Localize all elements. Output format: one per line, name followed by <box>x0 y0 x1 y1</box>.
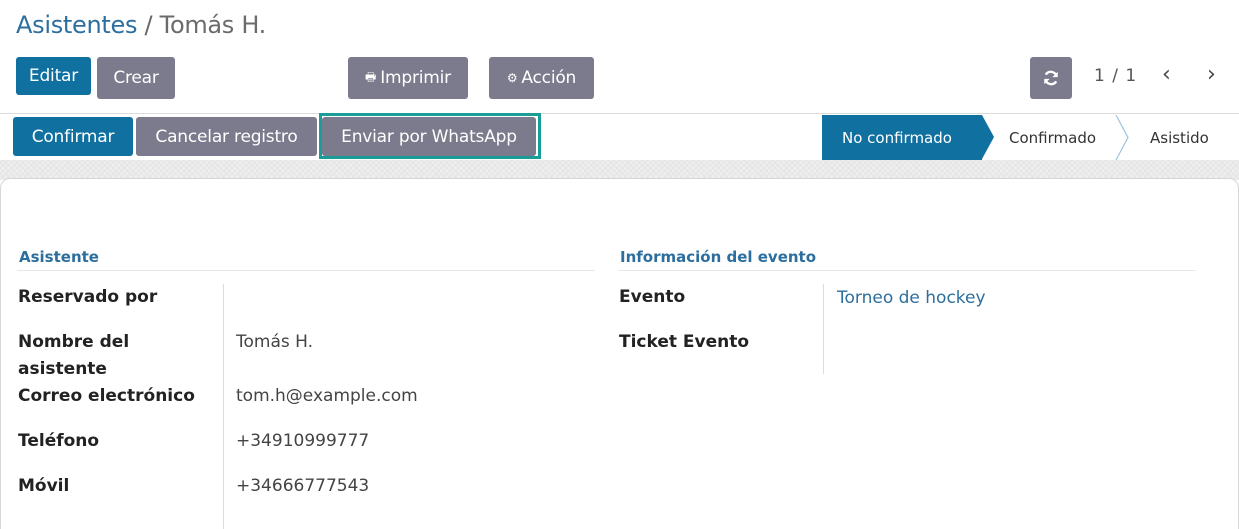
print-button[interactable]: 🖶 Imprimir <box>348 57 468 99</box>
event-value-link[interactable]: Torneo de hockey <box>837 288 986 308</box>
mobile-label: Móvil <box>18 476 70 496</box>
booked-by-label: Reservado por <box>18 287 158 307</box>
event-ticket-label: Ticket Evento <box>619 332 750 352</box>
edit-button[interactable]: Editar <box>16 57 91 95</box>
attendee-name-value[interactable]: Tomás H. <box>236 332 313 352</box>
pager-counter[interactable]: 1 / 1 <box>1094 66 1137 86</box>
attendee-name-label: Nombre del asistente <box>18 332 130 379</box>
attendee-group-line <box>17 270 595 271</box>
gear-icon: ⚙ <box>506 71 518 85</box>
stage-label: Asistido <box>1150 128 1209 147</box>
mobile-value[interactable]: +34666777543 <box>236 476 369 496</box>
phone-label: Teléfono <box>18 431 100 451</box>
previous-record-icon[interactable]: ‹ <box>1162 62 1171 87</box>
printer-icon: 🖶 <box>365 69 377 84</box>
phone-value[interactable]: +34910999777 <box>236 431 369 451</box>
create-button[interactable]: Crear <box>97 57 175 99</box>
breadcrumb-separator: / <box>144 11 153 39</box>
cancel-registration-button[interactable]: Cancelar registro <box>136 117 317 156</box>
attendee-group-title: Asistente <box>19 248 99 266</box>
event-info-group-line <box>618 270 1196 271</box>
stage-label: Confirmado <box>1009 128 1097 147</box>
breadcrumb-parent-link[interactable]: Asistentes <box>16 11 137 39</box>
stage-confirmado[interactable]: Confirmado <box>982 115 1112 160</box>
email-label: Correo electrónico <box>18 386 195 406</box>
stage-no-confirmado[interactable]: No confirmado <box>822 115 994 160</box>
next-record-icon[interactable]: › <box>1207 62 1216 87</box>
breadcrumb: Asistentes / Tomás H. <box>16 11 266 39</box>
refresh-button[interactable] <box>1030 57 1072 99</box>
header-divider <box>0 113 1239 114</box>
email-value[interactable]: tom.h@example.com <box>236 386 418 406</box>
highlight-frame <box>319 113 541 159</box>
event-info-group-title: Información del evento <box>620 248 817 266</box>
stage-asistido[interactable]: Asistido <box>1112 115 1222 160</box>
action-button-label: Acción <box>521 68 577 88</box>
stage-label: No confirmado <box>842 128 952 147</box>
confirm-button[interactable]: Confirmar <box>13 117 133 156</box>
event-info-column-divider <box>823 284 824 374</box>
attendee-column-divider <box>223 284 224 529</box>
action-button[interactable]: ⚙ Acción <box>489 57 594 99</box>
refresh-icon <box>1044 70 1058 86</box>
form-background <box>0 160 1239 180</box>
breadcrumb-current: Tomás H. <box>159 11 267 39</box>
event-label: Evento <box>619 287 686 307</box>
status-bar: No confirmado Confirmado Asistido <box>822 115 1222 160</box>
print-button-label: Imprimir <box>380 68 451 88</box>
